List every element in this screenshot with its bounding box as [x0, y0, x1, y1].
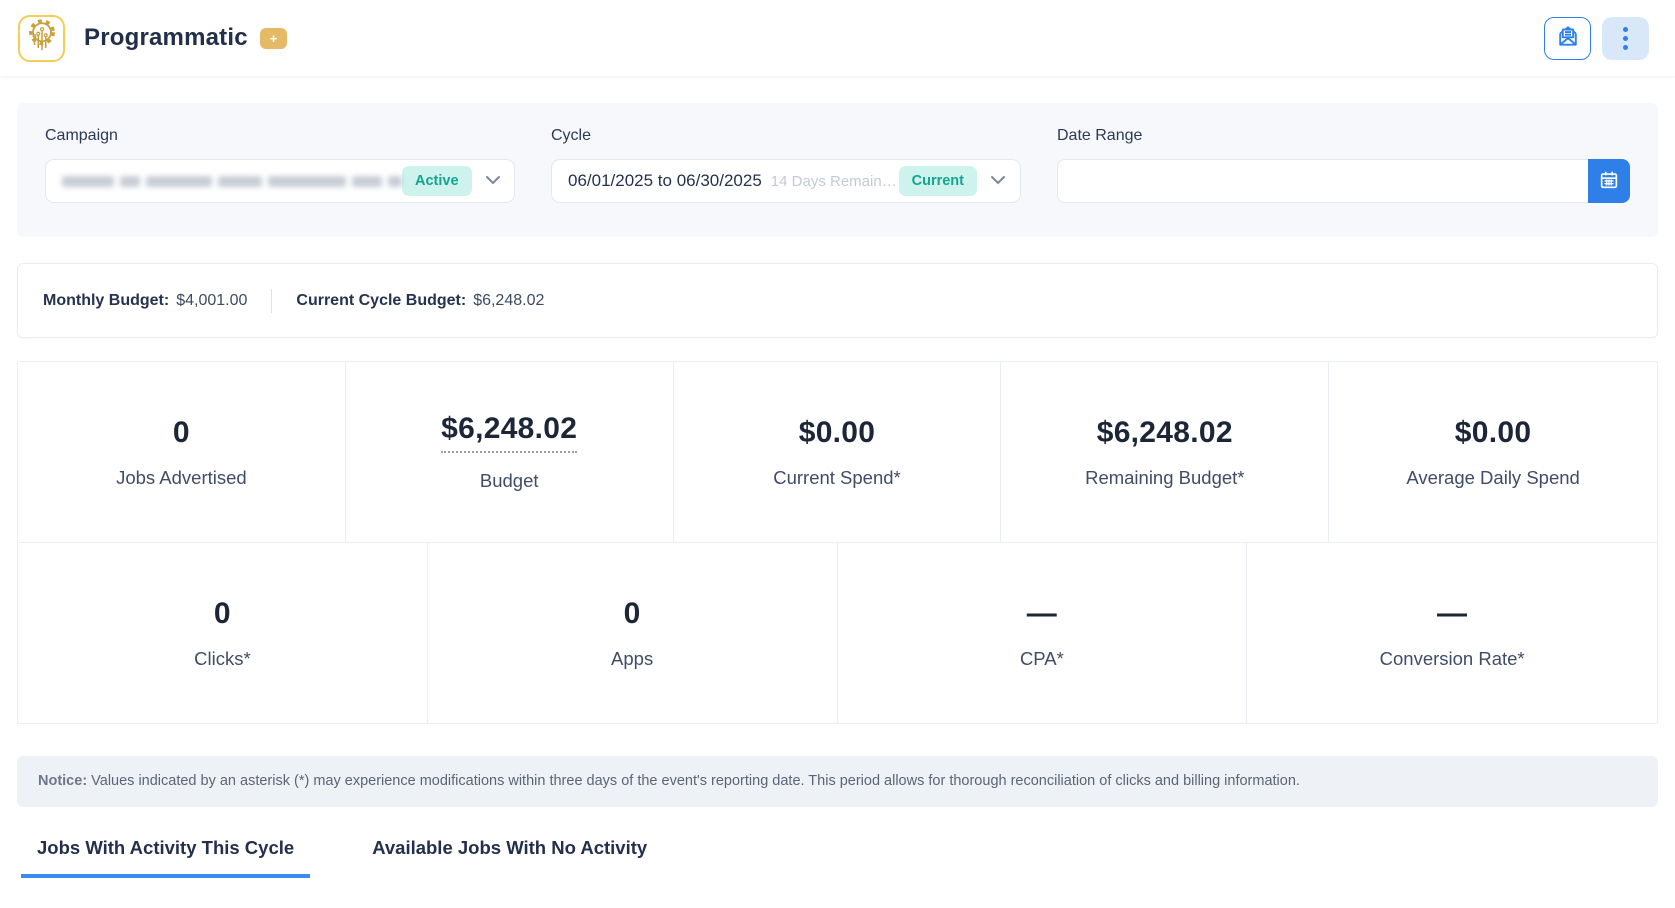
divider [271, 289, 272, 313]
stats-row-2: 0 Clicks* 0 Apps — CPA* — Conversion Rat… [18, 543, 1657, 723]
filters-panel: Campaign Active Cycle 06/01/2025 to 06/3… [17, 103, 1658, 237]
date-range-input[interactable] [1057, 159, 1588, 203]
date-range-label: Date Range [1057, 127, 1630, 145]
stat-label: Remaining Budget* [1085, 467, 1244, 489]
stat-average-daily-spend: $0.00 Average Daily Spend [1329, 362, 1657, 542]
add-button[interactable]: + [260, 28, 288, 49]
stat-remaining-budget: $6,248.02 Remaining Budget* [1001, 362, 1329, 542]
calendar-icon [1598, 169, 1620, 194]
status-badge: Current [899, 166, 977, 196]
monthly-budget-label: Monthly Budget: [43, 292, 169, 310]
status-badge: Active [402, 166, 472, 196]
stat-label: Current Spend* [773, 467, 901, 489]
stat-label: Jobs Advertised [116, 467, 247, 489]
stat-value: $6,248.02 [1097, 416, 1233, 450]
cycle-range-text: 06/01/2025 to 06/30/2025 [568, 171, 762, 191]
stat-label: Clicks* [194, 648, 251, 670]
stat-value: 0 [624, 597, 641, 631]
stat-current-spend: $0.00 Current Spend* [674, 362, 1002, 542]
page-title: Programmatic [84, 24, 248, 52]
calendar-button[interactable] [1588, 159, 1630, 203]
stat-value: — [1437, 597, 1467, 631]
stat-conversion-rate: — Conversion Rate* [1247, 543, 1657, 723]
app-logo [18, 15, 65, 62]
stat-value: $0.00 [799, 416, 876, 450]
budget-summary-bar: Monthly Budget: $4,001.00 Current Cycle … [17, 263, 1658, 338]
cycle-label: Cycle [551, 127, 1021, 145]
stat-label: Average Daily Spend [1406, 467, 1579, 489]
campaign-filter: Campaign Active [45, 127, 515, 203]
stat-value-tooltip[interactable]: $6,248.02 [441, 412, 577, 453]
jobs-tabs: Jobs With Activity This Cycle Available … [17, 837, 1658, 878]
header-actions [1544, 17, 1649, 60]
tab-available-jobs-no-activity[interactable]: Available Jobs With No Activity [356, 837, 663, 878]
stat-apps: 0 Apps [428, 543, 838, 723]
stat-value: $0.00 [1455, 416, 1532, 450]
more-options-button[interactable] [1602, 17, 1649, 60]
stat-label: Budget [480, 470, 539, 492]
date-range-filter: Date Range [1057, 127, 1630, 203]
stat-value: 0 [173, 416, 190, 450]
notice-text: Values indicated by an asterisk (*) may … [91, 773, 1300, 789]
notice-label: Notice: [38, 773, 87, 789]
stat-label: CPA* [1020, 648, 1064, 670]
tab-jobs-with-activity[interactable]: Jobs With Activity This Cycle [21, 837, 310, 878]
stat-jobs-advertised: 0 Jobs Advertised [18, 362, 346, 542]
stat-clicks: 0 Clicks* [18, 543, 428, 723]
stat-value: 0 [214, 597, 231, 631]
stat-budget: $6,248.02 Budget [346, 362, 674, 542]
date-range-control [1057, 159, 1630, 203]
campaign-name-redacted [62, 176, 402, 187]
chevron-down-icon [485, 172, 501, 190]
stats-row-1: 0 Jobs Advertised $6,248.02 Budget $0.00… [18, 362, 1657, 543]
cycle-budget-label: Current Cycle Budget: [296, 292, 466, 310]
cycle-select[interactable]: 06/01/2025 to 06/30/2025 14 Days Remaini… [551, 159, 1021, 203]
campaign-label: Campaign [45, 127, 515, 145]
campaign-select[interactable]: Active [45, 159, 515, 203]
mail-open-icon [1554, 23, 1582, 54]
cycle-days-remaining: 14 Days Remaining [771, 173, 899, 190]
stats-grid: 0 Jobs Advertised $6,248.02 Budget $0.00… [17, 361, 1658, 724]
programmatic-dashboard: Programmatic + [0, 0, 1675, 908]
kebab-menu-icon [1623, 27, 1628, 50]
stat-label: Apps [611, 648, 653, 670]
stat-cpa: — CPA* [838, 543, 1248, 723]
chevron-down-icon [990, 172, 1006, 190]
cycle-budget-value: $6,248.02 [473, 292, 544, 310]
app-header: Programmatic + [0, 0, 1675, 76]
stat-label: Conversion Rate* [1380, 648, 1525, 670]
mail-button[interactable] [1544, 17, 1591, 60]
notice-banner: Notice:Values indicated by an asterisk (… [17, 756, 1658, 807]
cycle-filter: Cycle 06/01/2025 to 06/30/2025 14 Days R… [551, 127, 1021, 203]
gear-circuit-icon [24, 18, 60, 59]
stat-value: — [1027, 597, 1057, 631]
monthly-budget-value: $4,001.00 [176, 292, 247, 310]
